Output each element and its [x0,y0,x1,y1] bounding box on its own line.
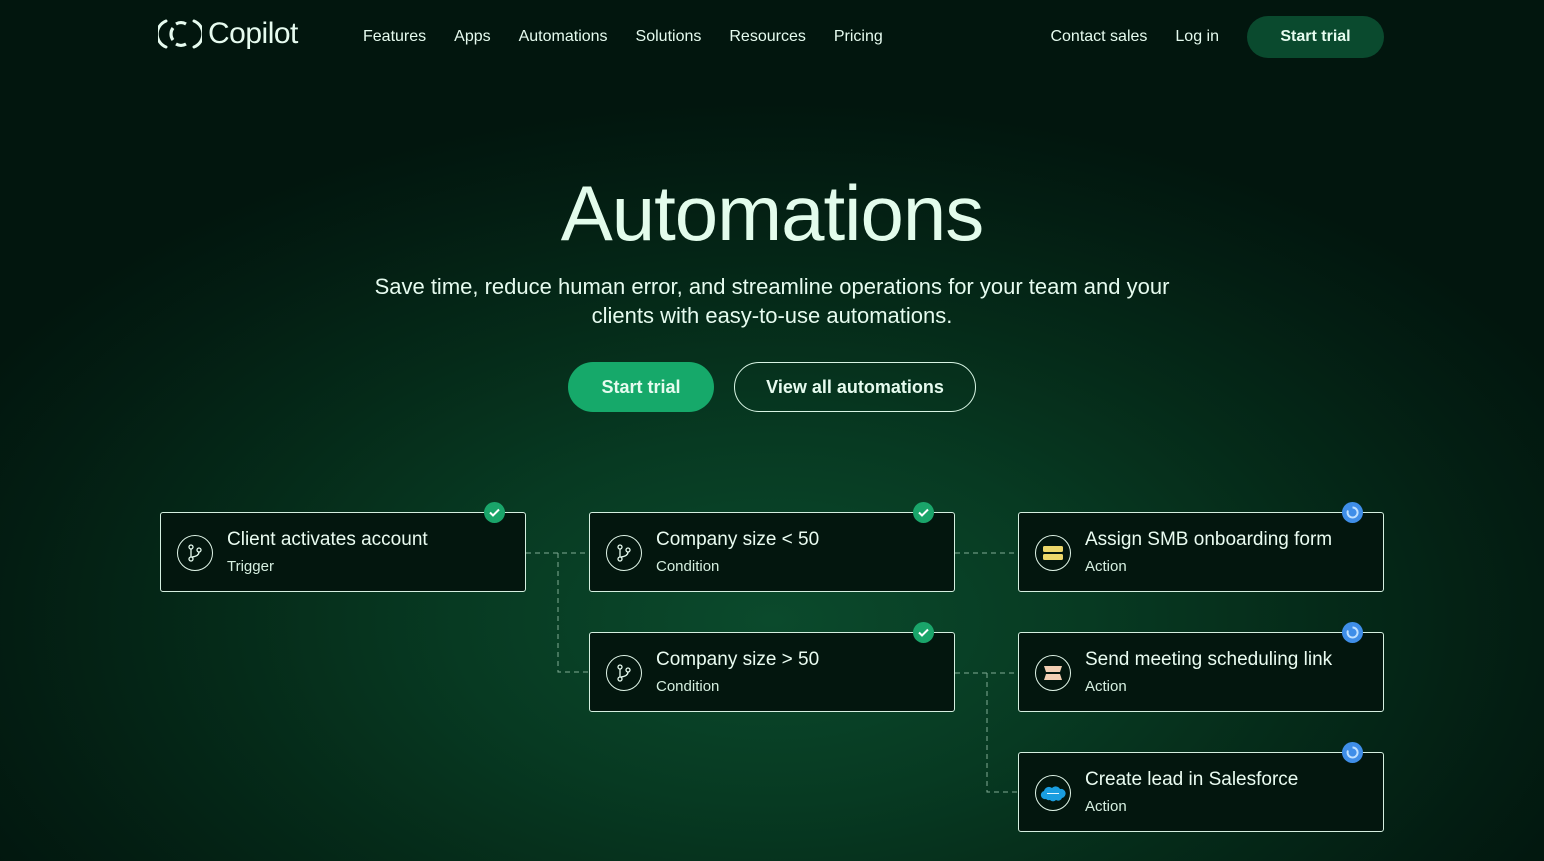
view-all-automations-button[interactable]: View all automations [734,362,976,412]
check-icon [489,508,500,517]
node-icon-circle [177,535,213,571]
nav-start-trial-button[interactable]: Start trial [1247,16,1384,58]
node-icon-circle [606,655,642,691]
node-title: Company size > 50 [656,649,820,670]
node-type: Action [1085,678,1127,695]
copilot-logo-icon [158,19,202,49]
flow-node-condition-gt[interactable]: Company size > 50 Condition [589,622,955,712]
node-icon-circle [1035,775,1071,811]
node-type: Action [1085,558,1127,575]
start-trial-button[interactable]: Start trial [568,362,714,412]
status-badge-done [913,622,934,643]
node-icon-circle [1035,535,1071,571]
nav-link-automations[interactable]: Automations [519,28,608,46]
node-type: Action [1085,798,1127,815]
contact-sales-link[interactable]: Contact sales [1050,28,1147,46]
nav-link-apps[interactable]: Apps [454,28,490,46]
spinner-icon [1346,506,1359,519]
status-badge-done [484,502,505,523]
brand-logo[interactable]: Copilot [158,17,298,51]
salesforce-icon [1040,786,1066,802]
nav-link-resources[interactable]: Resources [729,28,805,46]
node-title: Client activates account [227,529,428,550]
spinner-icon [1346,746,1359,759]
check-icon [918,508,929,517]
connector-trigger-to-conditions [526,552,589,673]
page-title: Automations [560,169,985,257]
calendar-stack-icon [1044,666,1062,680]
nav-link-features[interactable]: Features [363,28,426,46]
branch-icon [188,544,202,562]
flow-node-trigger[interactable]: Client activates account Trigger [160,502,526,592]
node-title: Create lead in Salesforce [1085,769,1299,790]
status-badge-pending [1342,502,1363,523]
branch-icon [617,664,631,682]
status-badge-pending [1342,622,1363,643]
connector-cond-gt-to-actions [955,672,1018,793]
flow-connectors [526,552,1018,793]
node-type: Trigger [227,558,274,575]
node-type: Condition [656,558,720,575]
nav-actions: Contact sales Log in Start trial [1050,16,1384,58]
flow-node-action-form[interactable]: Assign SMB onboarding form Action [1018,502,1384,592]
log-in-link[interactable]: Log in [1175,28,1219,46]
check-icon [918,628,929,637]
form-icon [1043,546,1063,560]
flow-node-action-salesforce[interactable]: Create lead in Salesforce Action [1018,742,1384,832]
nav-link-pricing[interactable]: Pricing [834,28,883,46]
status-badge-done [913,502,934,523]
node-title: Company size < 50 [656,529,820,550]
node-title: Send meeting scheduling link [1085,649,1333,670]
hero-actions: Start trial View all automations [568,362,976,412]
brand-name: Copilot [208,17,298,50]
spinner-icon [1346,626,1359,639]
flow-node-condition-lt[interactable]: Company size < 50 Condition [589,502,955,592]
node-icon-circle [1035,655,1071,691]
top-nav: Copilot Features Apps Automations Soluti… [0,0,1544,74]
node-title: Assign SMB onboarding form [1085,529,1333,550]
status-badge-pending [1342,742,1363,763]
nav-link-solutions[interactable]: Solutions [636,28,702,46]
main-menu: Features Apps Automations Solutions Reso… [363,28,883,46]
node-type: Condition [656,678,720,695]
branch-icon [617,544,631,562]
flow-node-action-meeting[interactable]: Send meeting scheduling link Action [1018,622,1384,712]
hero-subtitle: Save time, reduce human error, and strea… [374,274,1170,328]
node-icon-circle [606,535,642,571]
